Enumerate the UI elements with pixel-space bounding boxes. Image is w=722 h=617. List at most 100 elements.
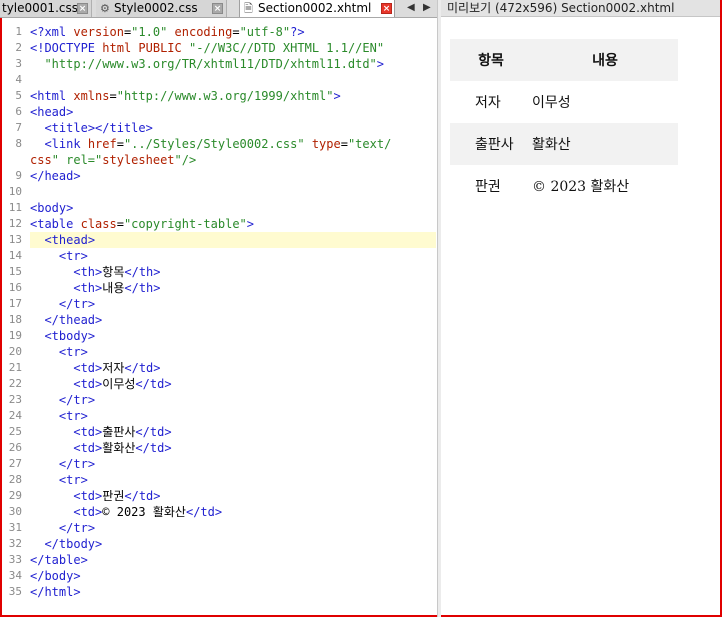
code-editor[interactable]: <?xml version="1.0" encoding="utf-8"?> <!… — [30, 24, 437, 616]
code-line: </tr> — [58, 457, 96, 471]
close-icon[interactable]: × — [381, 3, 392, 14]
line-number: 25 — [8, 425, 22, 438]
line-number: 13 — [8, 233, 22, 246]
code-line: </table> — [30, 553, 88, 567]
code-line: <thead> — [44, 233, 96, 247]
table-cell: 활화산 — [532, 123, 678, 165]
table-cell: 이무성 — [532, 95, 571, 111]
line-number-gutter: 1 2 3 4 5 6 7 8 9 10 11 12 13 14 15 16 17 18 19 20 21 22 23 24 2… — [0, 24, 26, 616]
code-line: <td>출판사</td> — [73, 425, 172, 439]
header-cell: 내용 — [532, 39, 678, 81]
line-number: 21 — [8, 361, 22, 374]
code-line: <html xmlns="http://www.w3.org/1999/xhtm… — [30, 89, 341, 103]
tab-label: tyle0001.css — [2, 1, 78, 15]
code-line: <tr> — [58, 409, 88, 423]
line-number: 32 — [8, 537, 22, 550]
preview-pane: 항목 내용 저자 이무성 출판사 활화산 판권 © 2023 활화산 — [441, 18, 720, 615]
line-number: 26 — [8, 441, 22, 454]
code-line: <body> — [30, 201, 74, 215]
code-line: <tr> — [58, 473, 88, 487]
code-line: <!DOCTYPE html PUBLIC "-//W3C//DTD XHTML… — [30, 41, 385, 55]
code-line: </body> — [30, 569, 81, 583]
line-number: 22 — [8, 377, 22, 390]
code-line: <tr> — [58, 345, 88, 359]
close-icon[interactable]: × — [212, 3, 223, 14]
line-number: 28 — [8, 473, 22, 486]
code-line: <table class="copyright-table"> — [30, 217, 255, 231]
line-number: 3 — [15, 57, 22, 70]
code-line: <td>판권</td> — [73, 489, 161, 503]
code-line: <head> — [30, 105, 74, 119]
line-number: 31 — [8, 521, 22, 534]
line-number: 12 — [8, 217, 22, 230]
line-number: 11 — [8, 201, 22, 214]
line-number: 5 — [15, 89, 22, 102]
code-line: "http://www.w3.org/TR/xhtml11/DTD/xhtml1… — [44, 57, 385, 71]
preview-title: 미리보기 (472x596) Section0002.xhtml — [441, 0, 720, 17]
copyright-table: 항목 내용 저자 이무성 출판사 활화산 판권 © 2023 활화산 — [450, 39, 678, 207]
line-number: 6 — [15, 105, 22, 118]
line-number: 9 — [15, 169, 22, 182]
header-cell: 항목 — [450, 39, 532, 81]
code-line: </thead> — [44, 313, 103, 327]
code-line: <th>항목</th> — [73, 265, 161, 279]
code-line: <title></title> — [44, 121, 153, 135]
code-line: <link href="../Styles/Style0002.css" typ… — [44, 137, 392, 151]
line-number: 35 — [8, 585, 22, 598]
line-number: 17 — [8, 297, 22, 310]
tab-scroll-right-icon[interactable]: ▶ — [423, 2, 431, 13]
line-number: 2 — [15, 41, 22, 54]
line-number: 8 — [15, 137, 22, 150]
table-row: 출판사 활화산 — [450, 123, 678, 165]
code-line: </head> — [30, 169, 81, 183]
tab-style0001[interactable]: tyle0001.css × — [0, 0, 92, 17]
line-number: 34 — [8, 569, 22, 582]
document-icon: 🗎 — [244, 2, 253, 15]
code-line: </tr> — [58, 297, 96, 311]
table-row: 판권 © 2023 활화산 — [450, 165, 678, 207]
line-number: 15 — [8, 265, 22, 278]
code-line: <td>이무성</td> — [73, 377, 172, 391]
code-line: </tr> — [58, 521, 96, 535]
line-number: 33 — [8, 553, 22, 566]
table-row: 저자 이무성 — [450, 81, 678, 123]
table-cell: 판권 — [475, 179, 501, 195]
table-cell: 저자 — [475, 95, 501, 111]
tab-scroll-left-icon[interactable]: ◀ — [407, 2, 415, 13]
code-line: <th>내용</th> — [73, 281, 161, 295]
table-header-row: 항목 내용 — [450, 39, 678, 81]
table-cell: 출판사 — [450, 123, 532, 165]
line-number: 24 — [8, 409, 22, 422]
line-number: 14 — [8, 249, 22, 262]
line-number: 30 — [8, 505, 22, 518]
tab-style0002[interactable]: ⚙ Style0002.css × — [96, 0, 227, 17]
line-number: 18 — [8, 313, 22, 326]
tab-label: Style0002.css — [114, 1, 198, 15]
line-number: 29 — [8, 489, 22, 502]
code-line: </html> — [30, 585, 81, 599]
code-line: </tbody> — [44, 537, 103, 551]
code-line: <td>© 2023 활화산</td> — [73, 505, 223, 519]
code-line: <tbody> — [44, 329, 96, 343]
tab-bar: tyle0001.css × ⚙ Style0002.css × 🗎 Secti… — [0, 0, 437, 18]
line-number: 16 — [8, 281, 22, 294]
gear-icon: ⚙ — [100, 2, 110, 15]
code-line: <td>저자</td> — [73, 361, 161, 375]
table-cell: © 2023 활화산 — [532, 179, 630, 195]
code-line: <td>활화산</td> — [73, 441, 172, 455]
line-number: 7 — [15, 121, 22, 134]
close-icon[interactable]: × — [77, 3, 88, 14]
line-number: 19 — [8, 329, 22, 342]
tab-label: Section0002.xhtml — [258, 1, 372, 15]
line-number: 4 — [15, 73, 22, 86]
code-line: <tr> — [58, 249, 88, 263]
line-number: 27 — [8, 457, 22, 470]
code-line: </tr> — [58, 393, 96, 407]
code-line: <?xml version="1.0" encoding="utf-8"?> — [30, 25, 305, 39]
tab-section0002[interactable]: 🗎 Section0002.xhtml × — [239, 0, 395, 17]
line-number: 1 — [15, 25, 22, 38]
line-number: 20 — [8, 345, 22, 358]
code-line: css" rel="stylesheet"/> — [30, 153, 197, 167]
line-number: 23 — [8, 393, 22, 406]
line-number: 10 — [8, 185, 22, 198]
